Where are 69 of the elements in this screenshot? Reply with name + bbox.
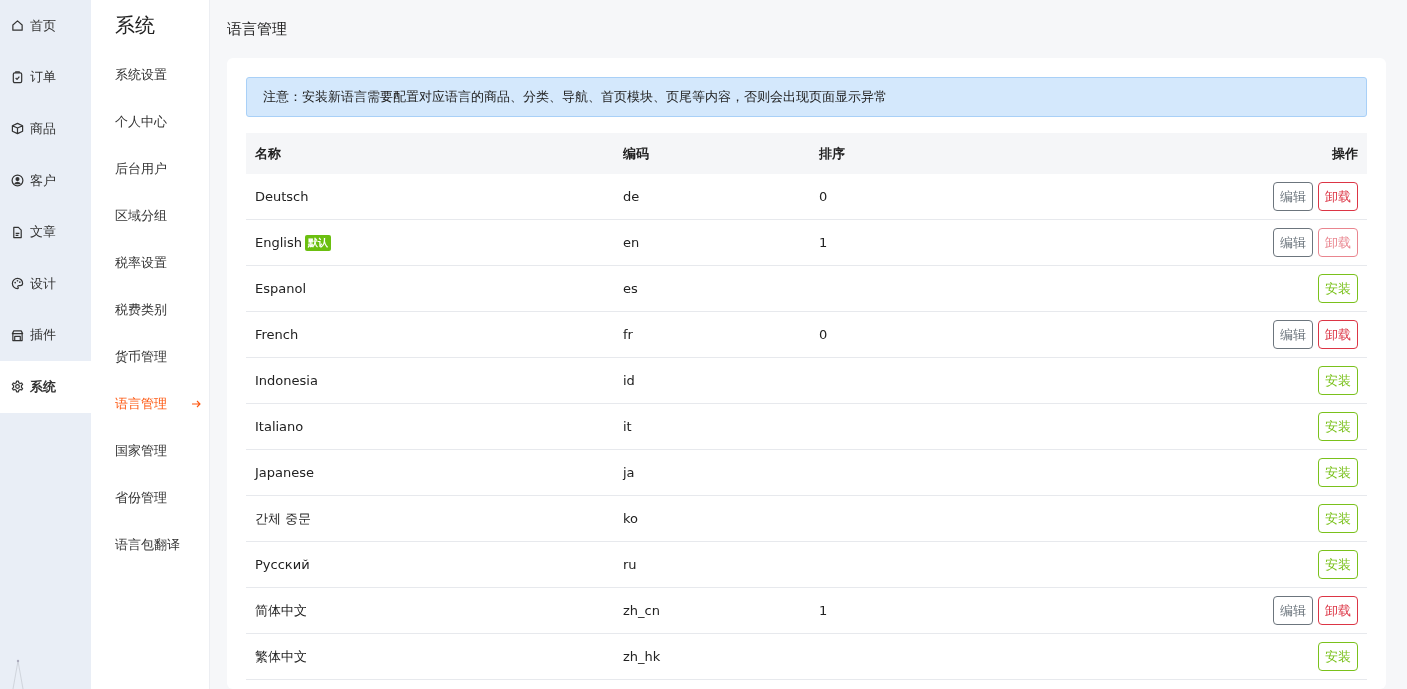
table-cell: 1 (810, 219, 977, 266)
submenu-title: 系统 (115, 12, 156, 39)
language-name: Indonesia (255, 373, 318, 388)
table-cell: zh_cn (614, 587, 810, 634)
table-cell: zh_hk (614, 633, 810, 680)
table-cell: es (614, 265, 810, 312)
language-name: Русский (255, 557, 310, 572)
uninstall-button[interactable]: 卸载 (1318, 182, 1358, 211)
column-header: 名称 (246, 133, 614, 174)
table-cell: ru (614, 541, 810, 588)
language-name: French (255, 327, 299, 342)
nav-item[interactable]: 商品 (0, 103, 91, 155)
table-cell: de (614, 174, 810, 220)
submenu-item[interactable]: 语言包翻译 (115, 521, 209, 568)
uninstall-button[interactable]: 卸载 (1318, 596, 1358, 625)
palette-icon (11, 277, 24, 291)
submenu-item[interactable]: 系统设置 (115, 51, 209, 98)
table-cell: fr (614, 311, 810, 358)
user-icon (11, 174, 24, 188)
nav-item[interactable]: 客户 (0, 154, 91, 207)
settings-icon (11, 380, 24, 394)
table-cell: 1 (810, 587, 977, 634)
nav-item[interactable]: 系统 (0, 361, 91, 413)
default-badge: 默认 (304, 234, 331, 251)
submenu-item[interactable]: 税率设置 (115, 239, 209, 286)
edit-button[interactable]: 编辑 (1273, 596, 1313, 625)
table-cell: ko (614, 495, 810, 542)
language-name: Italiano (255, 419, 304, 434)
home-icon (11, 19, 24, 33)
edit-button[interactable]: 编辑 (1273, 228, 1313, 257)
nav-item[interactable]: 文章 (0, 206, 91, 258)
table-cell: 0 (810, 311, 977, 358)
nav-item[interactable]: 插件 (0, 309, 91, 362)
store-icon (11, 328, 24, 342)
language-name: Deutsch (255, 189, 309, 204)
arrow-icon (192, 399, 201, 408)
table-cell: id (614, 357, 810, 404)
language-name: Japanese (255, 465, 315, 480)
table-cell: ja (614, 449, 810, 496)
page-title: 语言管理 (227, 18, 288, 40)
submenu-item[interactable]: 省份管理 (115, 474, 209, 521)
edit-button[interactable]: 编辑 (1273, 320, 1313, 349)
notice-alert: 注意：安装新语言需要配置对应语言的商品、分类、导航、首页模块、页尾等内容，否则会出现页面显示异常 (246, 77, 1367, 117)
tower-drawing (12, 659, 24, 689)
language-name: Espanol (255, 281, 306, 296)
submenu-item[interactable]: 税费类别 (115, 286, 209, 333)
box-icon (11, 122, 24, 136)
table-cell: it (614, 403, 810, 450)
table-cell: 0 (810, 174, 977, 220)
uninstall-button[interactable]: 卸载 (1318, 320, 1358, 349)
edit-button[interactable]: 编辑 (1273, 182, 1313, 211)
submenu-item[interactable]: 货币管理 (115, 333, 209, 380)
nav-item[interactable]: 设计 (0, 257, 91, 310)
submenu-item[interactable]: 后台用户 (115, 145, 209, 192)
document-icon (11, 225, 24, 239)
column-header: 编码 (614, 133, 810, 174)
language-name: 繁体中文 (255, 648, 307, 664)
language-name: 简体中文 (255, 602, 307, 618)
column-header: 操作 (976, 133, 1367, 174)
table-cell: en (614, 219, 810, 266)
nav-item[interactable]: 订单 (0, 51, 91, 104)
language-name: English (255, 234, 302, 250)
submenu-item[interactable]: 个人中心 (115, 98, 209, 145)
submenu-item[interactable]: 国家管理 (115, 427, 209, 474)
submenu-item[interactable]: 区域分组 (115, 192, 209, 239)
clipboard-icon (11, 70, 24, 84)
column-header: 排序 (810, 133, 977, 174)
language-name: 간체 중문 (255, 510, 312, 526)
nav-item[interactable]: 首页 (0, 0, 91, 52)
